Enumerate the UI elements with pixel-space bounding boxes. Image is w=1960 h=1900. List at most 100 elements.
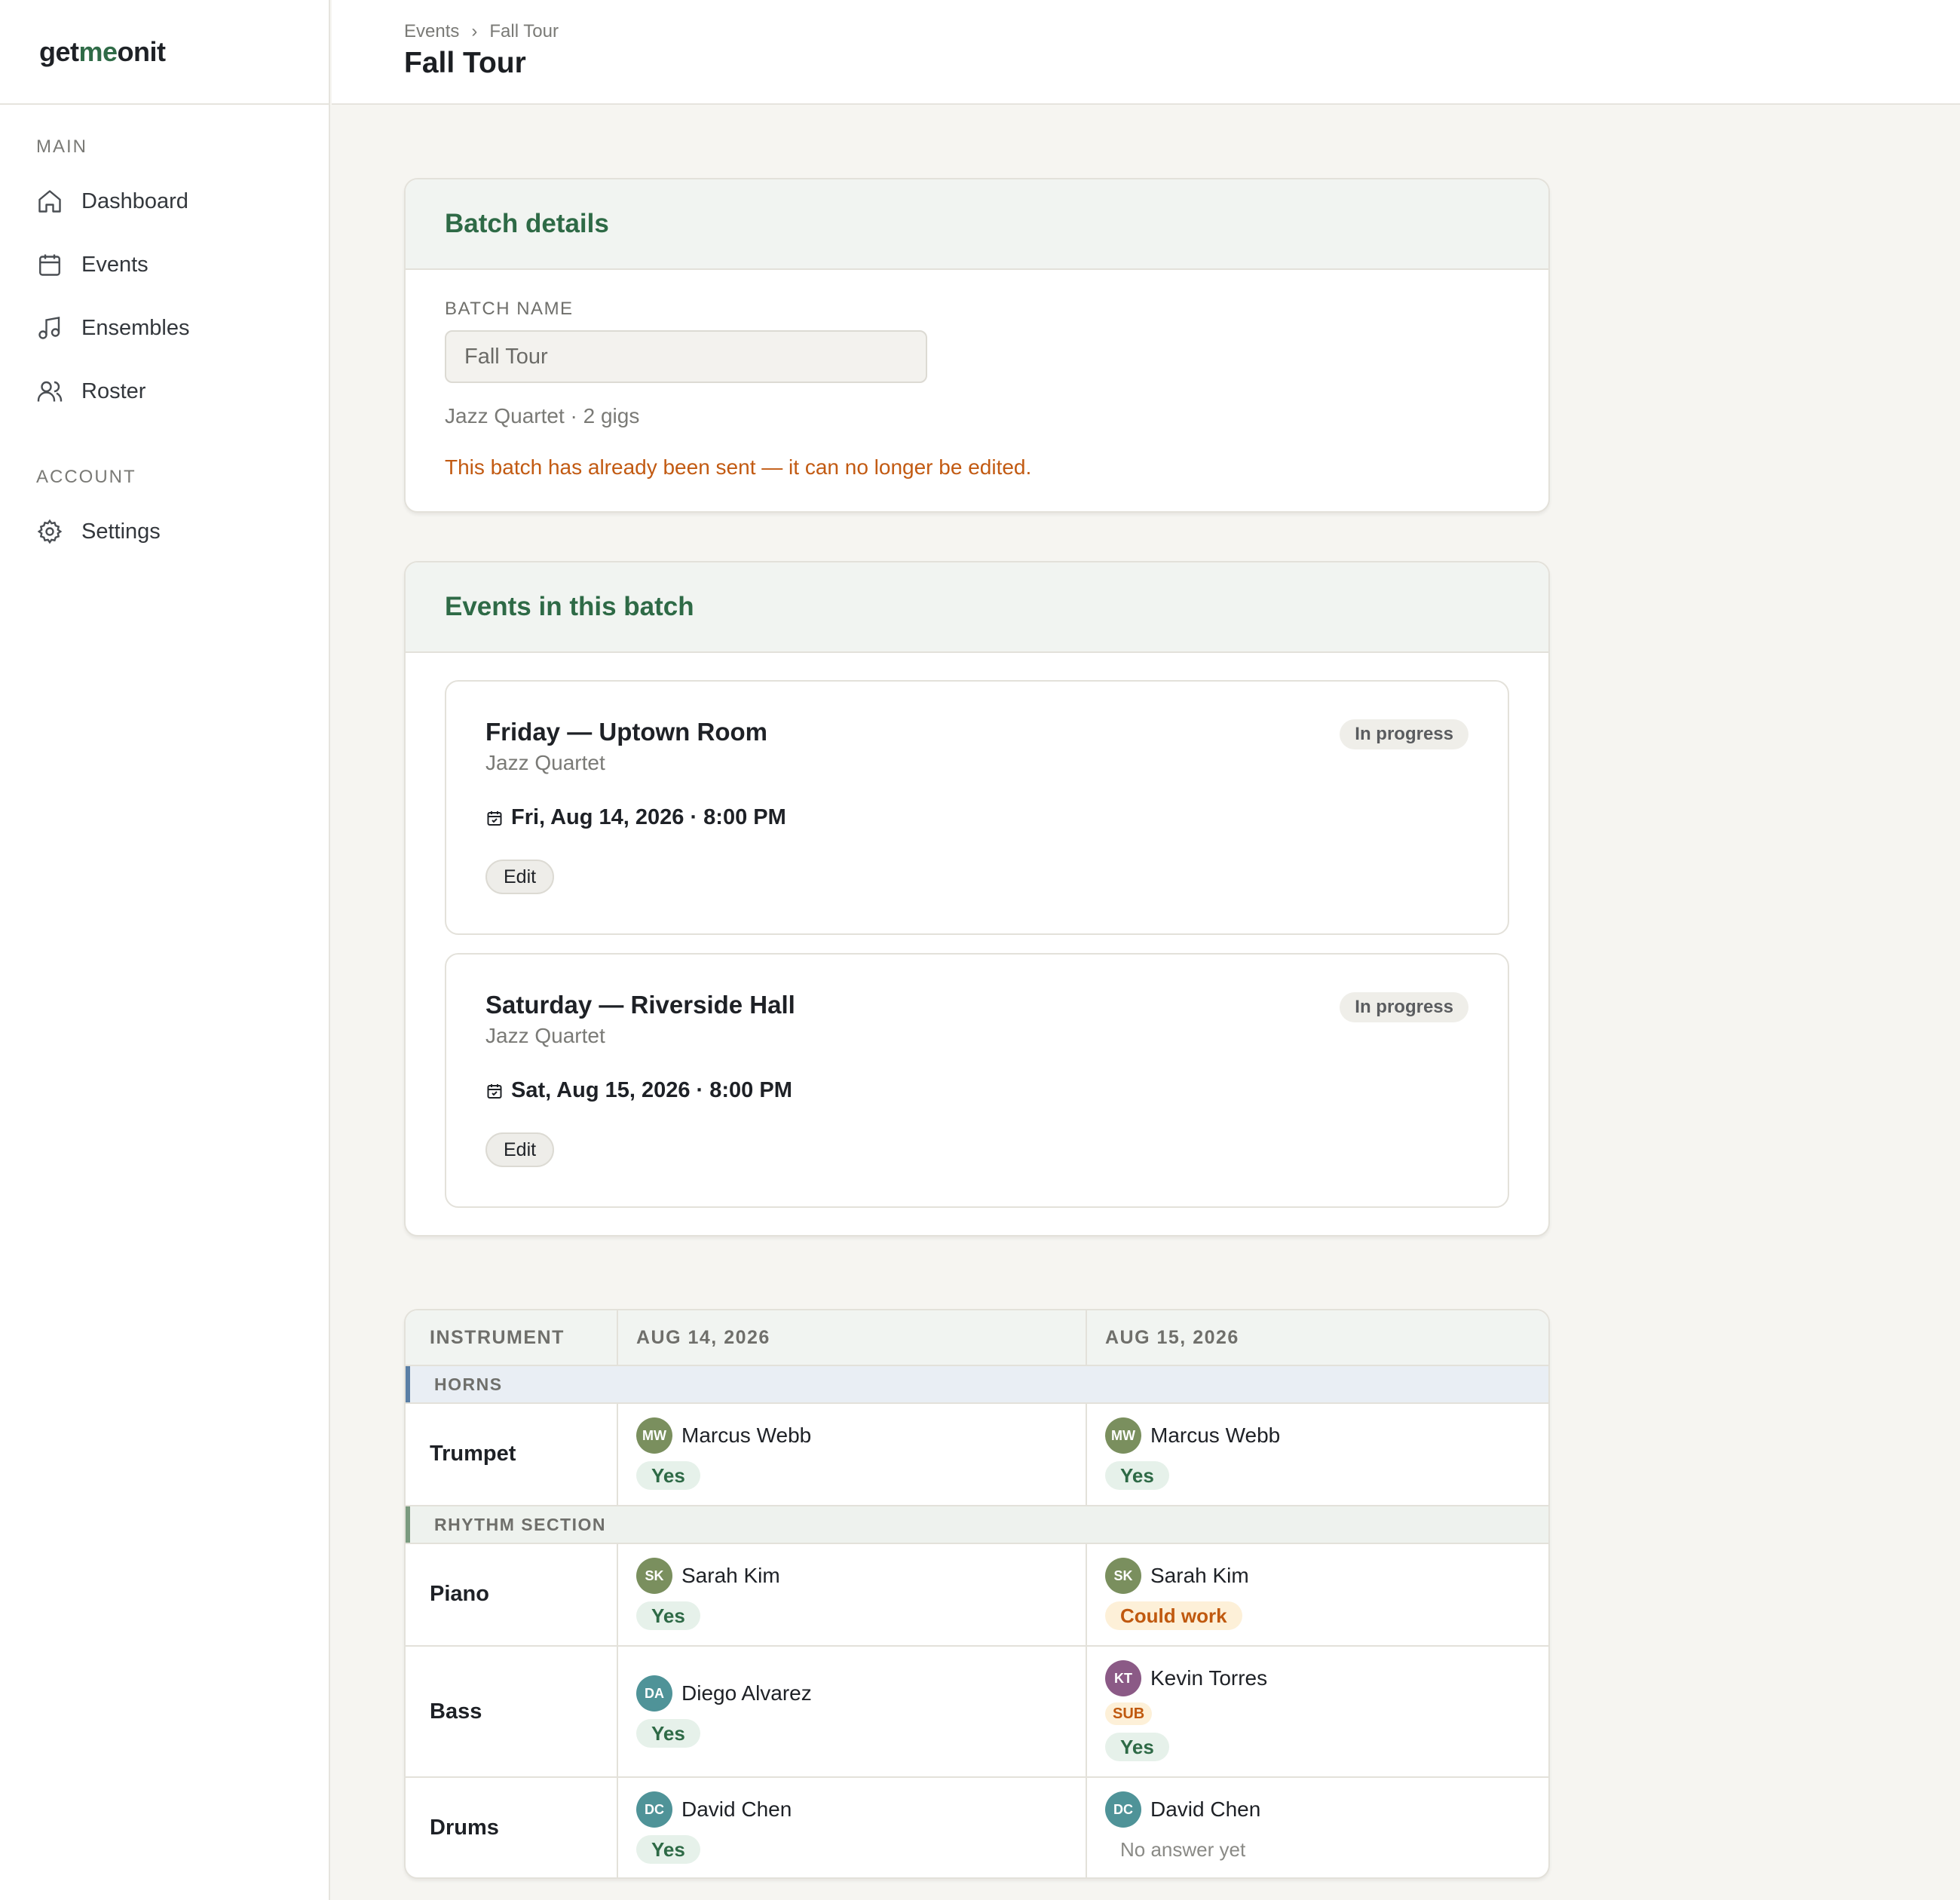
event-date: Sat, Aug 15, 2026 · 8:00 PM — [485, 1078, 792, 1103]
sub-badge: SUB — [1105, 1702, 1153, 1725]
player-cell[interactable]: DA Diego Alvarez — [636, 1675, 812, 1712]
section-row-rhythm: RHYTHM SECTION — [406, 1506, 1548, 1544]
instrument-name: Drums — [430, 1816, 499, 1840]
calendar-check-icon — [487, 1083, 502, 1099]
response-badge: Yes — [636, 1601, 700, 1630]
player-name: Marcus Webb — [1150, 1423, 1281, 1447]
avatar: MW — [1105, 1417, 1141, 1454]
event-ensemble: Jazz Quartet — [485, 751, 605, 774]
player-cell[interactable]: SK Sarah Kim — [636, 1558, 780, 1594]
breadcrumb: Events › Fall Tour — [404, 21, 559, 42]
player-cell[interactable]: MW Marcus Webb — [636, 1417, 811, 1454]
player-cell[interactable]: MW Marcus Webb — [1105, 1417, 1280, 1454]
player-name: Sarah Kim — [681, 1564, 780, 1587]
player-name: Sarah Kim — [1150, 1564, 1249, 1587]
event-date: Fri, Aug 14, 2026 · 8:00 PM — [485, 805, 786, 830]
column-header-date: AUG 14, 2026 — [636, 1326, 770, 1348]
table-row: Drums DC David Chen Yes DC David Chen No… — [406, 1778, 1548, 1877]
breadcrumb-current: Fall Tour — [489, 21, 559, 41]
table-row: Piano SK Sarah Kim Yes SK Sarah Kim Coul… — [406, 1544, 1548, 1647]
status-badge: In progress — [1340, 992, 1468, 1022]
logo-text-onit: onit — [117, 35, 166, 67]
avatar: MW — [636, 1417, 672, 1454]
player-name: Marcus Webb — [681, 1423, 812, 1447]
logo-bar: getmeonit — [0, 0, 329, 105]
player-name: Kevin Torres — [1150, 1666, 1268, 1690]
sidebar-item-roster[interactable]: Roster — [36, 360, 292, 423]
table-row: Trumpet MW Marcus Webb Yes MW Marcus Web… — [406, 1404, 1548, 1506]
status-badge: In progress — [1340, 719, 1468, 749]
column-header-instrument: INSTRUMENT — [430, 1326, 565, 1348]
breadcrumb-separator: › — [471, 21, 478, 41]
player-name: Diego Alvarez — [681, 1681, 812, 1705]
section-label: HORNS — [434, 1374, 503, 1394]
page-header: Events › Fall Tour Fall Tour — [332, 0, 1960, 105]
calendar-icon — [39, 254, 60, 276]
events-card: Events in this batch Friday — Uptown Roo… — [404, 561, 1550, 1237]
app-logo[interactable]: getmeonit — [39, 36, 166, 68]
avatar: SK — [1105, 1558, 1141, 1594]
player-cell[interactable]: DC David Chen — [636, 1791, 792, 1828]
sidebar-item-label: Events — [81, 252, 149, 277]
events-heading: Events in this batch — [406, 562, 1548, 653]
event-title: Friday — Uptown Room — [485, 718, 767, 746]
avatar: SK — [636, 1558, 672, 1594]
avatar: DA — [636, 1675, 672, 1712]
event-date-text: Fri, Aug 14, 2026 · 8:00 PM — [511, 805, 786, 829]
sidebar-item-settings[interactable]: Settings — [36, 500, 292, 563]
edit-event-button[interactable]: Edit — [485, 1132, 555, 1167]
home-icon — [38, 190, 61, 213]
player-name: David Chen — [1150, 1797, 1261, 1821]
sidebar-item-label: Settings — [81, 519, 161, 544]
calendar-check-icon — [487, 811, 502, 826]
player-cell[interactable]: SK Sarah Kim — [1105, 1558, 1249, 1594]
avatar: DC — [636, 1791, 672, 1828]
logo-text-me: me — [78, 35, 118, 67]
event-card: Saturday — Riverside Hall Jazz Quartet S… — [445, 953, 1509, 1208]
sidebar-item-label: Dashboard — [81, 188, 188, 213]
breadcrumb-events-link[interactable]: Events — [404, 21, 459, 42]
response-badge: Yes — [1105, 1733, 1169, 1761]
instrument-name: Bass — [430, 1699, 482, 1724]
music-note-icon — [38, 317, 60, 339]
response-badge: Yes — [636, 1835, 700, 1864]
grid-header-row: INSTRUMENT AUG 14, 2026 AUG 15, 2026 — [406, 1310, 1548, 1366]
batch-sent-warning: This batch has already been sent — it ca… — [445, 455, 1032, 479]
event-card: Friday — Uptown Room Jazz Quartet Fri, A… — [445, 680, 1509, 935]
sidebar-item-ensembles[interactable]: Ensembles — [36, 296, 292, 360]
player-cell[interactable]: KT Kevin Torres — [1105, 1660, 1267, 1696]
page-title: Fall Tour — [404, 47, 526, 79]
availability-grid: INSTRUMENT AUG 14, 2026 AUG 15, 2026 HOR… — [404, 1309, 1550, 1879]
nav-heading-main: MAIN — [36, 136, 87, 157]
sidebar-item-label: Roster — [81, 378, 146, 403]
section-row-horns: HORNS — [406, 1366, 1548, 1404]
player-name: David Chen — [681, 1797, 792, 1821]
response-badge: Yes — [636, 1719, 700, 1748]
event-title: Saturday — Riverside Hall — [485, 991, 795, 1019]
batch-meta: Jazz Quartet · 2 gigs — [445, 404, 640, 428]
sidebar: getmeonit MAIN Dashboard Events Ensemble… — [0, 0, 330, 1900]
sidebar-item-events[interactable]: Events — [36, 233, 292, 296]
response-badge: Yes — [636, 1461, 700, 1490]
gear-icon — [37, 519, 63, 544]
users-icon — [37, 381, 63, 402]
nav-main: MAIN Dashboard Events Ensembles Roster A… — [0, 136, 329, 563]
batch-name-label: BATCH NAME — [445, 299, 574, 319]
section-label: RHYTHM SECTION — [434, 1514, 606, 1534]
sidebar-item-dashboard[interactable]: Dashboard — [36, 170, 292, 233]
response-badge: Could work — [1105, 1601, 1242, 1630]
response-text: No answer yet — [1120, 1837, 1246, 1861]
nav-heading-account: ACCOUNT — [36, 467, 136, 487]
edit-event-button[interactable]: Edit — [485, 860, 555, 894]
player-cell[interactable]: DC David Chen — [1105, 1791, 1260, 1828]
batch-details-card: Batch details BATCH NAME Jazz Quartet · … — [404, 178, 1550, 513]
batch-name-input[interactable] — [445, 330, 927, 383]
event-ensemble: Jazz Quartet — [485, 1024, 605, 1047]
response-badge: Yes — [1105, 1461, 1169, 1490]
avatar: KT — [1105, 1660, 1141, 1696]
logo-text-get: get — [39, 35, 79, 67]
avatar: DC — [1105, 1791, 1141, 1828]
instrument-name: Piano — [430, 1582, 489, 1606]
column-header-date: AUG 15, 2026 — [1105, 1326, 1239, 1348]
batch-details-heading: Batch details — [406, 179, 1548, 270]
